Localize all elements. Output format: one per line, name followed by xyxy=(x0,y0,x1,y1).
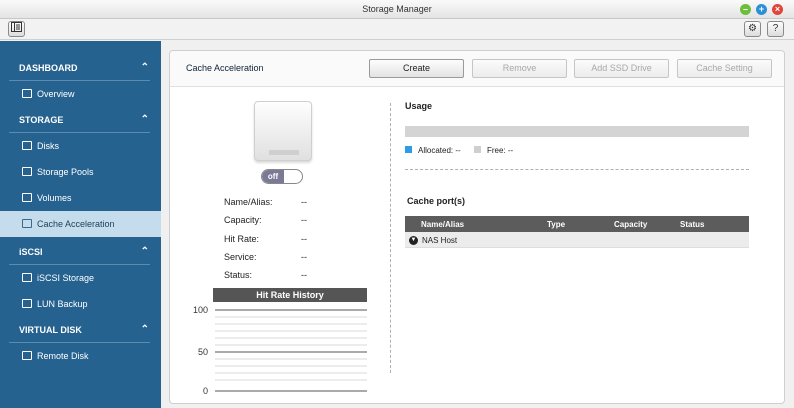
divider xyxy=(405,169,749,170)
title-bar: Storage Manager – + × xyxy=(0,0,794,19)
usage-bar xyxy=(405,126,749,137)
storage-manager-window: Storage Manager – + × ⚙ ? DASHBOARD ⌃ Ov… xyxy=(0,0,794,408)
row-name: NAS Host xyxy=(422,236,458,245)
volume-icon xyxy=(22,193,32,202)
disk-icon xyxy=(22,141,32,150)
column-header[interactable]: Type xyxy=(547,220,565,229)
sidebar-item-label: Disks xyxy=(37,141,59,151)
column-header[interactable]: Name/Alias xyxy=(421,220,464,229)
cache-ports-title: Cache port(s) xyxy=(407,196,466,206)
create-button[interactable]: Create xyxy=(369,59,464,78)
cache-ports-table-header: Name/Alias Type Capacity Status xyxy=(405,216,749,232)
chart-title: Hit Rate History xyxy=(213,288,367,302)
tick-label-50: 50 xyxy=(198,347,208,357)
chevron-up-icon[interactable]: ⌃ xyxy=(141,107,149,133)
free-swatch xyxy=(474,146,481,153)
sidebar-section-dashboard[interactable]: DASHBOARD ⌃ xyxy=(0,55,161,81)
sidebar-item-lun-backup[interactable]: LUN Backup xyxy=(0,291,161,317)
storage-pool-icon xyxy=(22,167,32,176)
sidebar-item-iscsi-storage[interactable]: iSCSI Storage xyxy=(0,265,161,291)
allocated-swatch xyxy=(405,146,412,153)
sidebar-item-label: Cache Acceleration xyxy=(37,219,115,229)
sidebar-item-storage-pools[interactable]: Storage Pools xyxy=(0,159,161,185)
chevron-up-icon[interactable]: ⌃ xyxy=(141,55,149,81)
maximize-icon[interactable]: + xyxy=(756,4,767,15)
iscsi-icon xyxy=(22,273,32,282)
name-label: Name/Alias: xyxy=(224,197,273,207)
cache-toggle[interactable]: off xyxy=(261,169,303,184)
panel-header: Cache Acceleration Create Remove Add SSD… xyxy=(170,51,784,87)
remote-disk-icon xyxy=(22,351,32,360)
ssd-drive-icon xyxy=(254,101,312,161)
allocated-legend: Allocated: -- xyxy=(418,146,461,155)
capacity-value: -- xyxy=(301,215,307,225)
remove-button[interactable]: Remove xyxy=(472,59,567,78)
sidebar-item-overview[interactable]: Overview xyxy=(0,81,161,107)
sidebar-item-label: Storage Pools xyxy=(37,167,94,177)
add-ssd-drive-button[interactable]: Add SSD Drive xyxy=(574,59,669,78)
chart-plot: 100 50 0 xyxy=(193,305,367,396)
sidebar-item-label: Remote Disk xyxy=(37,351,89,361)
capacity-label: Capacity: xyxy=(224,215,262,225)
usage-title: Usage xyxy=(405,101,433,111)
service-label: Service: xyxy=(224,252,257,262)
help-button[interactable]: ? xyxy=(767,21,784,37)
service-value: -- xyxy=(301,252,307,262)
section-label: VIRTUAL DISK xyxy=(19,325,82,335)
section-label: DASHBOARD xyxy=(19,63,78,73)
sidebar-item-remote-disk[interactable]: Remote Disk xyxy=(0,343,161,369)
page-title: Cache Acceleration xyxy=(186,63,264,73)
chevron-down-icon[interactable]: ▼ xyxy=(409,236,418,245)
table-row[interactable]: ▼ NAS Host xyxy=(405,232,749,248)
free-legend: Free: -- xyxy=(487,146,514,155)
status-value: -- xyxy=(301,270,307,280)
sidebar-item-label: iSCSI Storage xyxy=(37,273,95,283)
backup-icon xyxy=(22,299,32,308)
sidebar-item-cache-acceleration[interactable]: Cache Acceleration xyxy=(0,211,161,237)
column-header[interactable]: Status xyxy=(680,220,704,229)
gear-icon[interactable]: ⚙ xyxy=(744,21,761,37)
column-header[interactable]: Capacity xyxy=(614,220,647,229)
status-label: Status: xyxy=(224,270,253,280)
sidebar-item-label: Volumes xyxy=(37,193,72,203)
toggle-off-label: off xyxy=(262,170,284,183)
sidebar-item-label: Overview xyxy=(37,89,75,99)
divider xyxy=(390,103,391,373)
sidebar: DASHBOARD ⌃ Overview STORAGE ⌃ Disks Sto… xyxy=(0,41,161,408)
chevron-up-icon[interactable]: ⌃ xyxy=(141,317,149,343)
sidebar-section-iscsi[interactable]: iSCSI ⌃ xyxy=(0,239,161,265)
section-label: iSCSI xyxy=(19,247,43,257)
window-title: Storage Manager xyxy=(362,4,432,14)
minimize-icon[interactable]: – xyxy=(740,4,751,15)
close-icon[interactable]: × xyxy=(772,4,783,15)
chevron-up-icon[interactable]: ⌃ xyxy=(141,239,149,265)
hit-rate-value: -- xyxy=(301,234,307,244)
sidebar-item-label: LUN Backup xyxy=(37,299,88,309)
section-label: STORAGE xyxy=(19,115,64,125)
sidebar-item-disks[interactable]: Disks xyxy=(0,133,161,159)
name-value: -- xyxy=(301,197,307,207)
cache-icon xyxy=(22,219,32,228)
sidebar-toggle-icon[interactable] xyxy=(8,21,25,37)
tick-label-100: 100 xyxy=(193,305,208,315)
main-panel: Cache Acceleration Create Remove Add SSD… xyxy=(169,50,785,404)
sidebar-section-storage[interactable]: STORAGE ⌃ xyxy=(0,107,161,133)
sidebar-item-volumes[interactable]: Volumes xyxy=(0,185,161,211)
tick-label-0: 0 xyxy=(203,386,208,396)
hit-rate-label: Hit Rate: xyxy=(224,234,260,244)
toolbar: ⚙ ? xyxy=(0,19,794,40)
cache-setting-button[interactable]: Cache Setting xyxy=(677,59,772,78)
sidebar-section-virtual-disk[interactable]: VIRTUAL DISK ⌃ xyxy=(0,317,161,343)
overview-icon xyxy=(22,89,32,98)
